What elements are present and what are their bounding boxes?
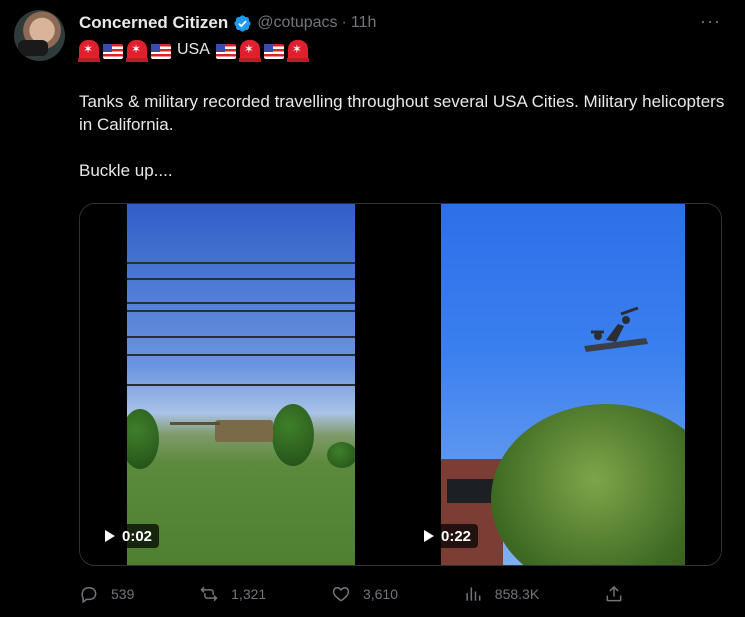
timestamp[interactable]: 11h <box>351 14 377 32</box>
action-bar: 539 1,321 3,610 858.3K <box>79 580 624 608</box>
media-grid: 0:02 0:22 <box>79 203 722 566</box>
us-flag-emoji-icon <box>151 43 171 59</box>
repost-icon <box>200 586 218 602</box>
play-icon[interactable] <box>424 530 434 542</box>
video-duration: 0:22 <box>441 527 472 545</box>
tank-image <box>170 420 273 442</box>
avatar[interactable] <box>14 10 65 61</box>
tweet-text: Tanks & military recorded travelling thr… <box>79 90 729 182</box>
reply-count: 539 <box>111 586 135 602</box>
tweet-header: Concerned Citizen @cotupacs · 11h <box>79 12 725 34</box>
video-duration: 0:02 <box>122 527 153 545</box>
repost-count: 1,321 <box>231 586 267 602</box>
separator-dot: · <box>341 14 347 31</box>
play-icon[interactable] <box>105 530 115 542</box>
siren-emoji-icon <box>238 40 261 62</box>
video-duration-badge: 0:22 <box>418 524 479 548</box>
reply-icon <box>81 587 97 604</box>
share-button[interactable] <box>604 584 624 604</box>
video-thumbnail[interactable]: 0:02 <box>80 204 399 565</box>
flag-line-text: USA <box>177 41 210 58</box>
us-flag-emoji-icon <box>263 43 284 59</box>
author-handle[interactable]: @cotupacs <box>257 14 337 32</box>
us-flag-emoji-icon <box>215 43 236 59</box>
view-count: 858.3K <box>494 586 540 602</box>
siren-emoji-icon <box>78 40 100 62</box>
avatar-image <box>18 40 48 56</box>
like-button[interactable]: 3,610 <box>331 584 398 604</box>
verified-badge-icon[interactable] <box>233 14 252 33</box>
share-icon <box>606 585 622 602</box>
flag-line: USA <box>78 38 312 62</box>
us-flag-emoji-icon <box>103 43 123 59</box>
tweet-paragraph: Buckle up.... <box>79 161 173 180</box>
video-thumbnail[interactable]: 0:22 <box>401 204 721 565</box>
like-count: 3,610 <box>362 586 399 602</box>
video-duration-badge: 0:02 <box>99 524 160 548</box>
author-name[interactable]: Concerned Citizen <box>79 13 228 33</box>
siren-emoji-icon <box>126 40 148 62</box>
video-frame <box>441 204 685 565</box>
more-options-icon[interactable]: ··· <box>700 12 721 30</box>
aircraft-image <box>584 306 648 352</box>
video-frame <box>127 204 355 565</box>
heart-icon <box>332 586 350 602</box>
views-chart-icon <box>466 587 481 601</box>
tweet-paragraph: Tanks & military recorded travelling thr… <box>79 92 725 134</box>
repost-button[interactable]: 1,321 <box>199 584 266 604</box>
siren-emoji-icon <box>286 40 309 62</box>
tree-image <box>491 404 685 565</box>
reply-button[interactable]: 539 <box>79 584 134 604</box>
views-button[interactable]: 858.3K <box>463 584 539 604</box>
